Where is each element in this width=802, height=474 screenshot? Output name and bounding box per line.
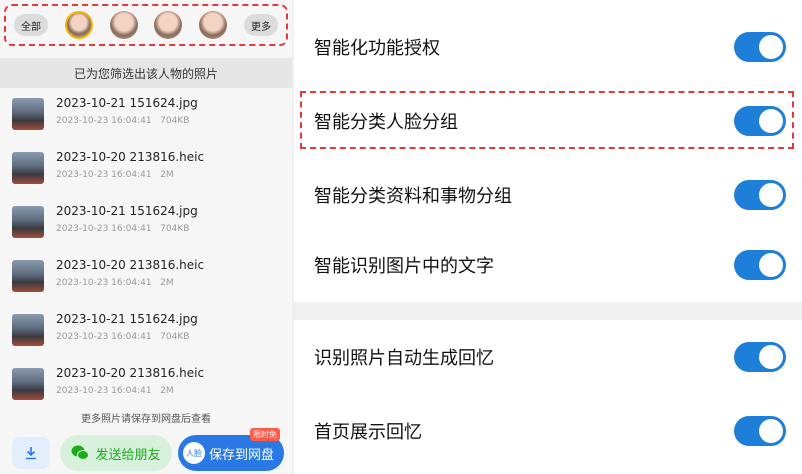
photo-filter-panel: 全部 更多 已为您筛选出该人物的照片 2023-10-21 151624.jpg… (0, 0, 292, 474)
photo-thumbnail (12, 314, 44, 346)
photo-list-item[interactable]: 2023-10-21 151624.jpg 2023-10-23 16:04:4… (0, 312, 292, 352)
photo-thumbnail (12, 260, 44, 292)
photo-filename: 2023-10-20 213816.heic (56, 366, 205, 380)
setting-label: 智能分类资料和事物分组 (314, 186, 512, 207)
photo-list-item[interactable]: 2023-10-20 213816.heic 2023-10-23 16:04:… (0, 150, 292, 190)
more-people-chip[interactable]: 更多 (243, 14, 278, 36)
photo-meta: 2023-10-23 16:04:41 2M (56, 386, 174, 396)
limited-free-badge: 限时免 (250, 428, 280, 441)
photo-meta: 2023-10-23 16:04:41 2M (56, 278, 174, 288)
download-button[interactable] (12, 437, 50, 469)
photo-filename: 2023-10-21 151624.jpg (56, 312, 198, 326)
setting-label: 首页展示回忆 (314, 422, 422, 443)
setting-row-auto-memories: 识别照片自动生成回忆 (294, 320, 802, 394)
photo-list-item[interactable]: 2023-10-20 213816.heic 2023-10-23 16:04:… (0, 258, 292, 298)
wechat-icon (71, 445, 90, 460)
photo-thumbnail (12, 368, 44, 400)
smart-settings-card: 智能化功能授权 智能分类人脸分组 智能分类资料和事物分组 智能识别图片中的文字 (294, 0, 802, 302)
filter-notice: 已为您筛选出该人物的照片 (0, 58, 292, 88)
photo-filename: 2023-10-20 213816.heic (56, 258, 205, 272)
person-avatar[interactable] (199, 11, 228, 39)
photo-meta: 2023-10-23 16:04:41 2M (56, 170, 174, 180)
photo-filename: 2023-10-20 213816.heic (56, 150, 205, 164)
toggle-switch[interactable] (734, 32, 786, 62)
photo-list-item[interactable]: 2023-10-21 151624.jpg 2023-10-23 16:04:4… (0, 96, 292, 136)
person-avatar-selected[interactable] (64, 11, 93, 39)
send-button-label: 发送给朋友 (95, 447, 161, 463)
photo-list-item[interactable]: 2023-10-20 213816.heic 2023-10-23 16:04:… (0, 366, 292, 406)
send-to-friend-button[interactable]: 发送给朋友 (60, 435, 172, 471)
save-button-label: 保存到网盘 (208, 447, 274, 463)
setting-row-homepage-memories: 首页展示回忆 (294, 394, 802, 468)
memories-settings-card: 识别照片自动生成回忆 首页展示回忆 (294, 320, 802, 474)
download-icon (26, 447, 36, 460)
photo-thumbnail (12, 206, 44, 238)
setting-row-document-object-grouping: 智能分类资料和事物分组 (294, 158, 802, 232)
person-filter-bar: 全部 更多 (4, 4, 288, 46)
photo-thumbnail (12, 152, 44, 184)
face-chip: 人脸 (183, 442, 205, 464)
photo-meta: 2023-10-23 16:04:41 704KB (56, 332, 190, 342)
photo-filename: 2023-10-21 151624.jpg (56, 204, 198, 218)
setting-row-text-recognition: 智能识别图片中的文字 (294, 228, 802, 302)
action-bar: 发送给朋友 人脸 保存到网盘 限时免 (0, 428, 292, 474)
photo-meta: 2023-10-23 16:04:41 704KB (56, 224, 190, 234)
toggle-switch[interactable] (734, 250, 786, 280)
setting-row-smart-authorization: 智能化功能授权 (294, 10, 802, 84)
toggle-switch[interactable] (734, 416, 786, 446)
person-avatar[interactable] (154, 11, 183, 39)
highlight-annotation (300, 91, 794, 149)
setting-label: 识别照片自动生成回忆 (314, 348, 494, 369)
more-photos-note: 更多照片请保存到网盘后查看 (81, 414, 211, 425)
smart-settings-panel: 智能化功能授权 智能分类人脸分组 智能分类资料和事物分组 智能识别图片中的文字 … (294, 0, 802, 474)
all-people-chip[interactable]: 全部 (14, 14, 48, 36)
setting-label: 智能识别图片中的文字 (314, 256, 494, 277)
toggle-switch[interactable] (734, 342, 786, 372)
setting-label: 智能化功能授权 (314, 38, 440, 59)
toggle-switch[interactable] (734, 180, 786, 210)
photo-filename: 2023-10-21 151624.jpg (56, 96, 198, 110)
save-to-cloud-button[interactable]: 人脸 保存到网盘 限时免 (178, 428, 284, 471)
person-avatar[interactable] (109, 11, 138, 39)
photo-list-item[interactable]: 2023-10-21 151624.jpg 2023-10-23 16:04:4… (0, 204, 292, 244)
photo-thumbnail (12, 98, 44, 130)
photo-meta: 2023-10-23 16:04:41 704KB (56, 116, 190, 126)
